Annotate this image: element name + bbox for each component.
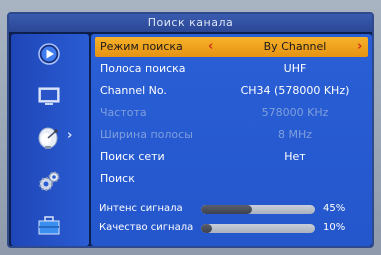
menu-row-label: Поиск сети [100,150,165,163]
satellite-dish-icon[interactable] [37,126,61,150]
signal-quality-fill [201,224,213,233]
gears-icon[interactable] [37,170,61,194]
menu-row-network-search[interactable]: Поиск сети Нет [95,147,368,167]
menu-row-search-band[interactable]: Полоса поиска UHF [95,59,368,79]
signal-quality-label: Качество сигнала [99,222,194,233]
sidebar: › [11,34,89,246]
menu-window: Поиск канала › Режим поиска ‹ By Channel… [7,12,374,248]
menu-row-value: 578000 KHz [261,106,329,119]
menu-row-value: Нет [284,150,306,163]
tv-screen: Поиск канала › Режим поиска ‹ By Channel… [0,0,381,255]
menu-row-value: 8 MHz [277,128,313,141]
window-title: Поиск канала [9,14,372,32]
menu-row-label: Режим поиска [100,40,183,53]
signal-intensity-bar [201,205,315,214]
menu-row-label: Channel No. [100,84,167,97]
menu-row-value: By Channel [263,40,327,53]
menu-row-label: Полоса поиска [100,62,186,75]
menu-row-value: CH34 (578000 KHz) [240,84,350,97]
arrow-right-icon[interactable]: › [357,37,362,57]
menu-row-label: Поиск [100,172,135,185]
menu-row-bandwidth: Ширина полосы 8 MHz [95,125,368,145]
signal-intensity-label: Интенс сигнала [99,203,183,214]
search-settings-panel: Режим поиска ‹ By Channel › Полоса поиск… [91,34,372,246]
menu-row-label: Ширина полосы [100,128,193,141]
signal-intensity-value: 45% [323,203,346,214]
arrow-left-icon[interactable]: ‹ [208,37,213,57]
play-icon[interactable] [37,42,61,66]
signal-quality-value: 10% [323,222,346,233]
menu-row-label: Частота [100,106,147,119]
signal-quality-bar [201,224,315,233]
toolbox-icon[interactable] [37,214,61,238]
chevron-right-icon: › [67,128,73,143]
menu-row-frequency: Частота 578000 KHz [95,103,368,123]
menu-row-channel-no[interactable]: Channel No. CH34 (578000 KHz) [95,81,368,101]
menu-row-search-mode[interactable]: Режим поиска ‹ By Channel › [95,37,368,57]
menu-row-search-start[interactable]: Поиск [95,169,368,189]
signal-intensity-fill [201,205,253,214]
tv-icon[interactable] [37,84,61,108]
menu-row-value: UHF [283,62,307,75]
